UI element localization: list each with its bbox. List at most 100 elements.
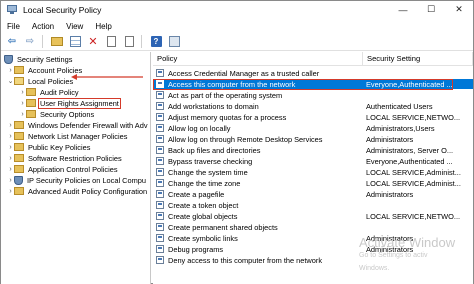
table-row[interactable]: Act as part of the operating system: [153, 90, 473, 100]
table-row[interactable]: Change the time zone LOCAL SERVICE,Admin…: [153, 178, 473, 188]
up-folder-icon[interactable]: [50, 35, 64, 49]
tree-item-software-restriction[interactable]: › Software Restriction Policies: [7, 153, 123, 163]
table-row[interactable]: Back up files and directories Administra…: [153, 145, 473, 155]
navigation-tree: Security Settings › Account Policies ⌄ L…: [1, 52, 151, 284]
table-row[interactable]: Adjust memory quotas for a process LOCAL…: [153, 112, 473, 122]
toolbar: ⇦ ⇨ ✕ ?: [1, 33, 473, 51]
tree-item-local-policies[interactable]: ⌄ Local Policies: [7, 76, 74, 86]
tree-item-label: Network List Manager Policies: [28, 131, 128, 141]
chevron-right-icon[interactable]: ›: [7, 155, 14, 162]
policy-icon: [156, 91, 164, 99]
table-row[interactable]: Allow log on through Remote Desktop Serv…: [153, 134, 473, 144]
maximize-button[interactable]: ☐: [417, 1, 445, 18]
refresh-icon[interactable]: [122, 35, 136, 49]
tree-item-security-options[interactable]: › Security Options: [19, 109, 95, 119]
tree-item-windows-defender-firewall[interactable]: › Windows Defender Firewall with Adv: [7, 120, 149, 130]
policy-name: Create permanent shared objects: [168, 222, 278, 232]
table-row[interactable]: Create a token object: [153, 200, 473, 210]
policy-name: Bypass traverse checking: [168, 156, 253, 166]
folder-icon: [26, 99, 36, 107]
tree-item-network-list-manager[interactable]: › Network List Manager Policies: [7, 131, 128, 141]
policy-setting: LOCAL SERVICE,NETWO...: [366, 211, 461, 221]
column-header-security-setting[interactable]: Security Setting: [363, 52, 473, 66]
table-row[interactable]: Add workstations to domain Authenticated…: [153, 101, 473, 111]
back-arrow-icon[interactable]: ⇦: [5, 35, 19, 49]
delete-icon[interactable]: ✕: [86, 35, 100, 49]
watermark-line3: Windows.: [359, 265, 390, 272]
table-row[interactable]: Bypass traverse checking Everyone,Authen…: [153, 156, 473, 166]
menu-action[interactable]: Action: [26, 22, 60, 31]
policy-name: Create a token object: [168, 200, 239, 210]
policy-setting: Administrators: [366, 189, 414, 199]
tree-item-audit-policy[interactable]: › Audit Policy: [19, 87, 80, 97]
tree-item-label: Security Settings: [17, 54, 73, 64]
chevron-right-icon[interactable]: ›: [7, 166, 14, 173]
tree-item-label: Public Key Policies: [28, 142, 91, 152]
tree-item-label: User Rights Assignment: [38, 97, 121, 109]
policy-name: Adjust memory quotas for a process: [168, 112, 287, 122]
menu-file[interactable]: File: [1, 22, 26, 31]
tree-item-label: Advanced Audit Policy Configuration: [28, 186, 148, 196]
policy-icon: [156, 179, 164, 187]
column-header-policy[interactable]: Policy: [153, 52, 363, 66]
table-row-selected[interactable]: Access this computer from the network Ev…: [153, 79, 473, 89]
table-row[interactable]: Create global objects LOCAL SERVICE,NETW…: [153, 211, 473, 221]
tree-item-label: Application Control Policies: [28, 164, 118, 174]
menu-help[interactable]: Help: [89, 22, 117, 31]
folder-icon: [14, 187, 24, 195]
chevron-right-icon[interactable]: ›: [7, 188, 14, 195]
tree-item-public-key-policies[interactable]: › Public Key Policies: [7, 142, 91, 152]
policy-icon: [156, 234, 164, 242]
policy-setting: Authenticated Users: [366, 101, 433, 111]
chevron-right-icon[interactable]: ›: [7, 144, 14, 151]
help-icon[interactable]: ?: [149, 35, 163, 49]
policy-icon: [156, 146, 164, 154]
policy-name: Allow log on through Remote Desktop Serv…: [168, 134, 323, 144]
minimize-button[interactable]: —: [389, 1, 417, 18]
policy-name: Change the time zone: [168, 178, 241, 188]
table-row[interactable]: Access Credential Manager as a trusted c…: [153, 68, 473, 78]
tree-item-security-settings[interactable]: Security Settings: [4, 54, 73, 64]
chevron-right-icon[interactable]: ›: [19, 100, 26, 107]
tree-item-advanced-audit[interactable]: › Advanced Audit Policy Configuration: [7, 186, 148, 196]
folder-icon: [26, 110, 36, 118]
folder-icon: [14, 121, 24, 129]
table-row[interactable]: Change the system time LOCAL SERVICE,Adm…: [153, 167, 473, 177]
table-row[interactable]: Create a pagefile Administrators: [153, 189, 473, 199]
annotation-arrow-icon: [71, 74, 143, 80]
table-row[interactable]: Allow log on locally Administrators,User…: [153, 123, 473, 133]
window-title: Local Security Policy: [23, 4, 102, 15]
policy-icon: [156, 245, 164, 253]
policy-name: Debug programs: [168, 244, 224, 254]
properties-icon[interactable]: [167, 35, 181, 49]
export-list-icon[interactable]: [104, 35, 118, 49]
policy-name: Deny access to this computer from the ne…: [168, 255, 323, 265]
policy-setting: Everyone,Authenticated ...: [366, 79, 453, 89]
chevron-right-icon[interactable]: ›: [19, 111, 26, 118]
policy-name: Change the system time: [168, 167, 248, 177]
chevron-right-icon[interactable]: ›: [7, 122, 14, 129]
chevron-right-icon[interactable]: ›: [7, 133, 14, 140]
chevron-right-icon[interactable]: ›: [7, 177, 14, 184]
policy-icon: [156, 212, 164, 220]
tree-item-user-rights-assignment[interactable]: › User Rights Assignment: [19, 97, 121, 109]
watermark-line2: Go to Settings to activ: [359, 252, 428, 259]
menu-view[interactable]: View: [60, 22, 89, 31]
table-row[interactable]: Create permanent shared objects: [153, 222, 473, 232]
policy-name: Allow log on locally: [168, 123, 231, 133]
tree-item-ip-security[interactable]: › IP Security Policies on Local Compu: [7, 175, 147, 185]
policy-setting: LOCAL SERVICE,NETWO...: [366, 112, 461, 122]
chevron-down-icon[interactable]: ⌄: [7, 77, 14, 85]
chevron-right-icon[interactable]: ›: [7, 67, 14, 74]
tree-item-application-control[interactable]: › Application Control Policies: [7, 164, 119, 174]
forward-arrow-icon[interactable]: ⇨: [23, 35, 37, 49]
tree-item-label: IP Security Policies on Local Compu: [27, 175, 146, 185]
policy-icon: [156, 256, 164, 264]
activation-watermark: Activate Window Go to Settings to activ …: [359, 236, 455, 274]
show-hide-tree-icon[interactable]: [68, 35, 82, 49]
close-button[interactable]: ✕: [445, 1, 473, 18]
menu-bar: File Action View Help: [1, 19, 473, 33]
chevron-right-icon[interactable]: ›: [19, 89, 26, 96]
tree-item-label: Software Restriction Policies: [28, 153, 122, 163]
policy-setting: Administrators: [366, 134, 414, 144]
